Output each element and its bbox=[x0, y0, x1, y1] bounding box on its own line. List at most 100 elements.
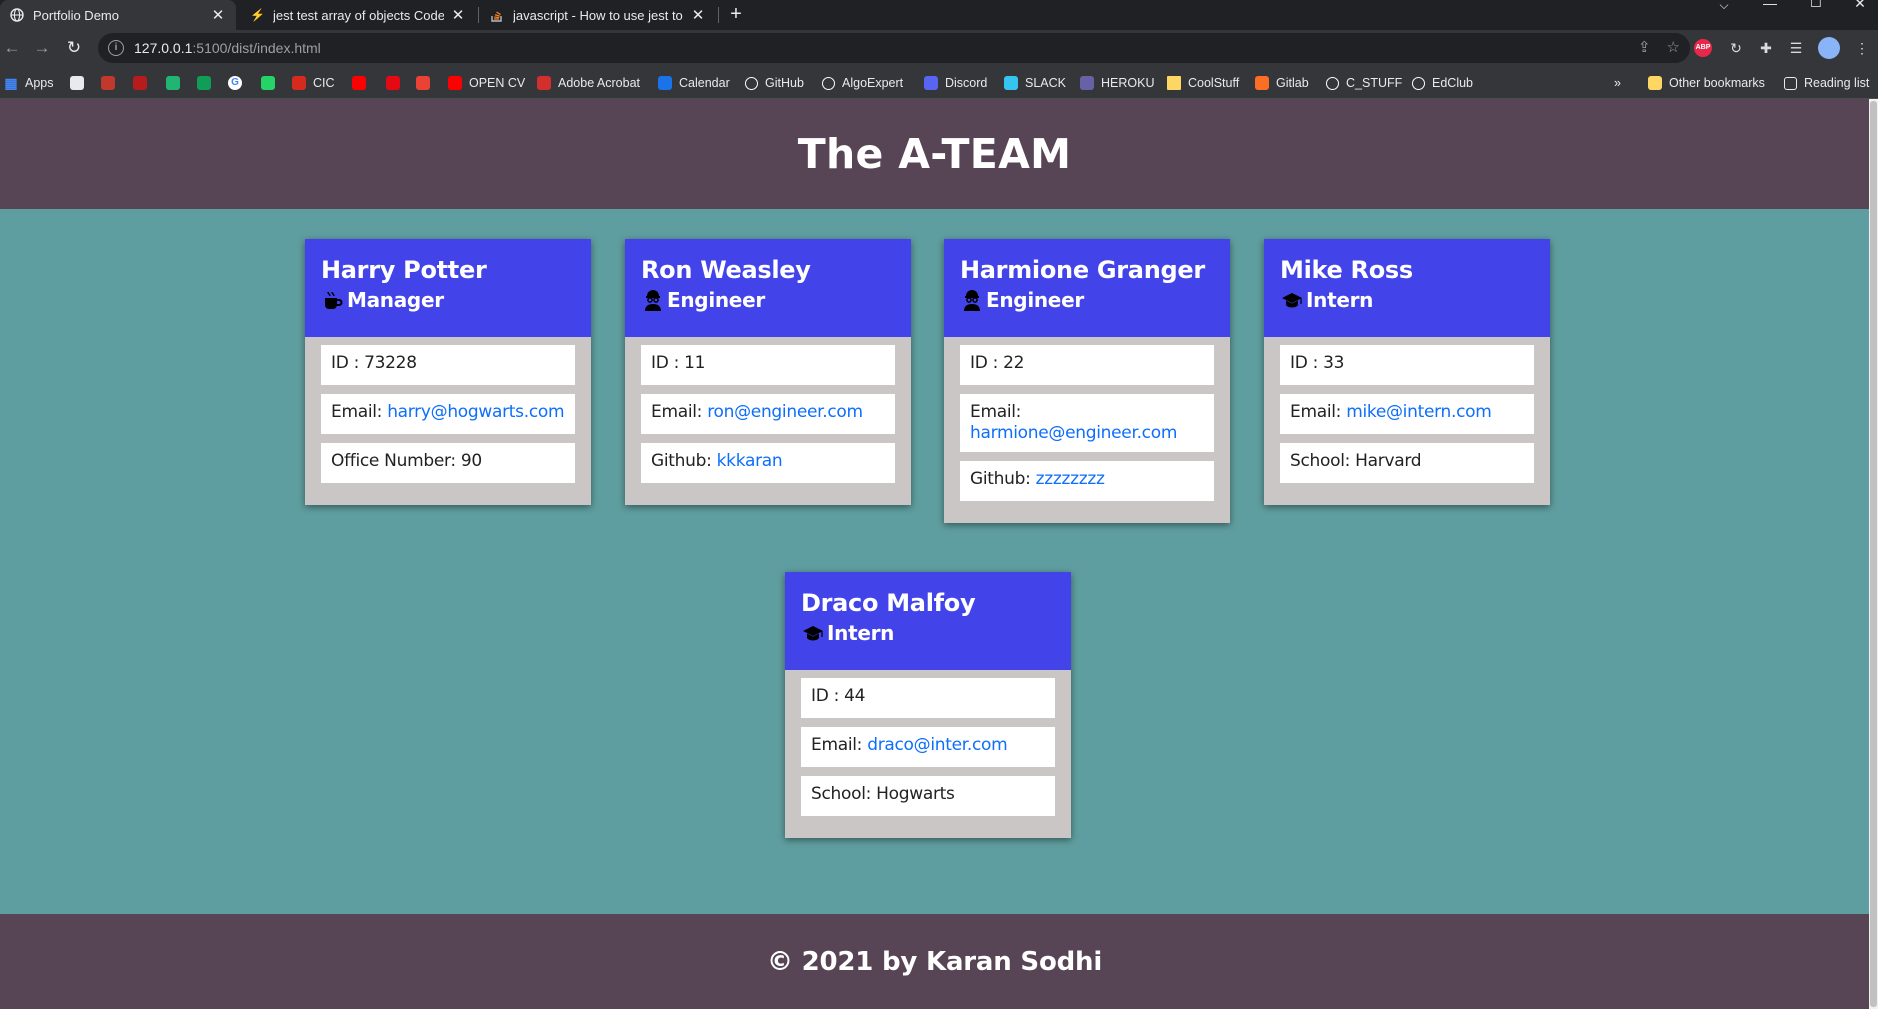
email-link[interactable]: ron@engineer.com bbox=[707, 402, 863, 422]
bookmark-adobe-acrobat[interactable]: Adobe Acrobat bbox=[537, 67, 640, 99]
close-tab-icon[interactable]: ✕ bbox=[450, 6, 466, 24]
bookmark-label: CIC bbox=[313, 76, 335, 90]
slack-icon bbox=[1004, 76, 1018, 90]
bookmark-label: Apps bbox=[25, 76, 54, 90]
page-scrollbar[interactable] bbox=[1869, 99, 1878, 1009]
address-bar[interactable]: i 127.0.0.1:5100/dist/index.html ⇪ ☆ bbox=[98, 33, 1690, 63]
profile-avatar[interactable] bbox=[1818, 37, 1840, 59]
bookmark-calendar[interactable]: Calendar bbox=[658, 67, 730, 99]
adblock-plus-icon[interactable]: ABP bbox=[1694, 39, 1712, 57]
bookmark-circle[interactable] bbox=[70, 67, 91, 99]
more-bookmarks-label: » bbox=[1614, 76, 1621, 90]
card-body: ID : 73228 Email: harry@hogwarts.com Offic… bbox=[305, 337, 591, 505]
bookmark-youtube[interactable] bbox=[352, 67, 373, 99]
email-link[interactable]: harry@hogwarts.com bbox=[387, 402, 564, 422]
bookmark-label: CoolStuff bbox=[1188, 76, 1240, 90]
scrollbar-thumb[interactable] bbox=[1870, 101, 1877, 1007]
maximize-icon[interactable]: ☐ bbox=[1798, 0, 1834, 21]
u-icon bbox=[166, 76, 180, 90]
bookmark-whatsapp[interactable] bbox=[261, 67, 282, 99]
card-body: ID : 33 Email: mike@intern.com School: Har… bbox=[1264, 337, 1550, 505]
employee-role: Intern bbox=[1280, 285, 1534, 315]
bookmark-c-stuff[interactable]: C_STUFF bbox=[1326, 67, 1402, 99]
more-bookmarks-button[interactable]: » bbox=[1614, 67, 1621, 99]
bookmark-gmail[interactable] bbox=[416, 67, 437, 99]
acrobat-icon bbox=[537, 76, 551, 90]
bookmark-heroku[interactable]: HEROKU bbox=[1080, 67, 1154, 99]
tab-jest-test[interactable]: ⚡ jest test array of objects Code Ex ✕ bbox=[240, 0, 476, 30]
bookmark-edclub[interactable]: EdClub bbox=[1412, 67, 1473, 99]
bookmark-cic[interactable]: CIC bbox=[292, 67, 335, 99]
other-bookmarks-folder[interactable]: Other bookmarks bbox=[1648, 67, 1765, 99]
bookmark-la[interactable] bbox=[101, 67, 122, 99]
edclub-icon bbox=[1412, 76, 1425, 90]
engineer-glasses-icon bbox=[641, 288, 665, 312]
bookmark-w[interactable] bbox=[197, 67, 218, 99]
site-info-icon[interactable]: i bbox=[108, 40, 124, 56]
extension-refresh-icon[interactable]: ↻ bbox=[1726, 38, 1746, 58]
card-header: Harmione Granger Engineer bbox=[944, 239, 1230, 337]
other-bookmarks-label: Other bookmarks bbox=[1669, 76, 1765, 90]
tab-search-icon[interactable]: ⌵ bbox=[1706, 0, 1742, 26]
page-footer: © 2021 by Karan Sodhi bbox=[0, 914, 1869, 1009]
id-field: ID : 73228 bbox=[321, 345, 575, 385]
close-window-icon[interactable]: ✕ bbox=[1842, 0, 1878, 21]
forward-arrow-icon[interactable]: → bbox=[30, 36, 54, 60]
tab-portfolio-demo[interactable]: Portfolio Demo ✕ bbox=[0, 0, 236, 30]
bookmark-gitlab[interactable]: Gitlab bbox=[1255, 67, 1309, 99]
bookmark-nyt[interactable] bbox=[133, 67, 154, 99]
bookmark-algoexpert[interactable]: AlgoExpert bbox=[822, 67, 903, 99]
bookmark-github[interactable]: GitHub bbox=[745, 67, 804, 99]
tab-separator bbox=[718, 7, 719, 23]
heroku-icon bbox=[1080, 76, 1094, 90]
bookmark-discord[interactable]: Discord bbox=[924, 67, 987, 99]
bookmark-label: EdClub bbox=[1432, 76, 1473, 90]
github-link[interactable]: zzzzzzzz bbox=[1036, 469, 1105, 489]
bookmark-open-cv[interactable]: OPEN CV bbox=[448, 67, 525, 99]
url-path: :5100/dist/index.html bbox=[192, 40, 321, 56]
share-icon[interactable]: ⇪ bbox=[1638, 38, 1651, 56]
bookmark-coolstuff[interactable]: CoolStuff bbox=[1167, 67, 1239, 99]
email-field: Email: harmione@engineer.com bbox=[960, 394, 1214, 452]
bookmark-netflix[interactable] bbox=[386, 67, 407, 99]
office-number-field: Office Number: 90 bbox=[321, 443, 575, 483]
bookmark-u[interactable] bbox=[166, 67, 187, 99]
bookmark-star-icon[interactable]: ☆ bbox=[1667, 38, 1680, 56]
maple-leaf-icon bbox=[292, 76, 306, 90]
bookmark-apps[interactable]: ▦ Apps bbox=[4, 67, 54, 99]
engineer-glasses-icon bbox=[960, 288, 984, 312]
team-cards: Harry Potter Manager ID : 73228 Email: harr… bbox=[0, 209, 1869, 1009]
email-link[interactable]: draco@inter.com bbox=[867, 735, 1008, 755]
email-field: Email: mike@intern.com bbox=[1280, 394, 1534, 434]
reading-list-toolbar-icon[interactable]: ☰ bbox=[1786, 38, 1806, 58]
new-tab-button[interactable]: + bbox=[726, 0, 746, 30]
menu-kebab-icon[interactable]: ⋮ bbox=[1852, 38, 1872, 58]
folder-icon bbox=[1167, 76, 1181, 90]
minimize-icon[interactable]: — bbox=[1752, 0, 1788, 24]
bookmark-google[interactable]: G bbox=[228, 67, 249, 99]
url-text: 127.0.0.1:5100/dist/index.html bbox=[134, 40, 321, 56]
github-link[interactable]: kkkaran bbox=[717, 451, 783, 471]
back-arrow-icon[interactable]: ← bbox=[0, 36, 24, 60]
email-link[interactable]: mike@intern.com bbox=[1346, 402, 1492, 422]
gmail-icon bbox=[416, 76, 430, 90]
tab-javascript-jest[interactable]: javascript - How to use jest to te ✕ bbox=[480, 0, 716, 30]
bookmark-label: GitHub bbox=[765, 76, 804, 90]
url-host: 127.0.0.1 bbox=[134, 40, 193, 56]
employee-card: Mike Ross Intern ID : 33 Email: mike@intern… bbox=[1264, 239, 1550, 505]
close-tab-icon[interactable]: ✕ bbox=[210, 6, 226, 24]
bookmark-label: OPEN CV bbox=[469, 76, 526, 90]
reading-list-button[interactable]: Reading list bbox=[1784, 67, 1869, 99]
bookmark-slack[interactable]: SLACK bbox=[1004, 67, 1066, 99]
employee-role: Intern bbox=[801, 618, 1055, 648]
reload-icon[interactable]: ↻ bbox=[62, 36, 86, 60]
id-field: ID : 33 bbox=[1280, 345, 1534, 385]
tab-strip: Portfolio Demo ✕ ⚡ jest test array of ob… bbox=[0, 0, 1878, 30]
employee-name: Harmione Granger bbox=[960, 256, 1205, 284]
role-label: Manager bbox=[347, 288, 444, 312]
email-link[interactable]: harmione@engineer.com bbox=[970, 423, 1177, 443]
bookmark-label: Adobe Acrobat bbox=[558, 76, 641, 90]
close-tab-icon[interactable]: ✕ bbox=[690, 6, 706, 24]
employee-card: Draco Malfoy Intern ID : 44 Email: draco@in… bbox=[785, 572, 1071, 838]
extensions-puzzle-icon[interactable]: ✚ bbox=[1756, 38, 1776, 58]
